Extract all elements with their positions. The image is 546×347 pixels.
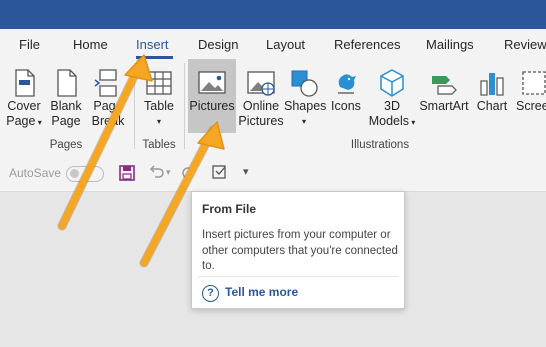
cube-icon [380,69,404,97]
redo-icon[interactable] [178,163,198,183]
screenshot-icon [522,71,546,95]
quick-access-toolbar: AutoSave ▾ ▾ [0,156,546,192]
help-icon: ? [202,285,219,302]
dropdown-arrow-icon: ▾ [35,118,42,127]
touch-mode-icon[interactable] [210,163,230,183]
tooltip-divider [198,276,398,277]
chart-button[interactable]: Chart [472,59,512,135]
save-icon[interactable] [117,163,137,183]
screenshot-button[interactable]: Screens [514,59,546,135]
tooltip-body: Insert pictures from your computer or ot… [202,229,398,272]
tab-references[interactable]: References [334,37,400,52]
shapes-icon [291,70,318,97]
customize-qat-icon[interactable]: ▾ [243,165,249,178]
pictures-button[interactable]: Pictures [188,59,236,133]
pictures-icon [198,71,226,94]
dropdown-arrow-icon: ▾ [301,117,306,126]
table-button[interactable]: Table ▾ [139,59,179,135]
page-break-label-2: Break [91,114,125,128]
online-pictures-button[interactable]: Online Pictures [238,59,284,135]
page-break-icon [94,69,117,97]
tab-mailings[interactable]: Mailings [426,37,474,52]
blank-page-button[interactable]: Blank Page [47,59,85,135]
chart-icon [480,73,504,96]
online-pictures-icon [247,71,275,96]
chart-label: Chart [476,99,508,113]
3d-models-button[interactable]: 3D Models ▾ [366,59,418,135]
ribbon-tabs: File Home Insert Design Layout Reference… [0,29,546,59]
undo-dropdown-icon[interactable]: ▾ [166,167,171,178]
autosave-toggle[interactable] [66,166,104,182]
screenshot-label: Screens [516,99,546,113]
blank-page-label-2: Page [51,114,81,128]
online-pictures-label-2: Pictures [238,114,284,128]
table-label: Table [144,99,174,113]
shapes-label: Shapes [284,99,327,113]
page-break-button[interactable]: Page Break [88,59,128,135]
group-separator [184,63,185,149]
icons-icon [338,74,356,94]
pictures-label: Pictures [189,99,235,113]
smartart-icon [432,76,457,95]
cover-page-label-2: Page [6,114,36,128]
pages-group-label: Pages [49,139,83,151]
tell-me-more-label: Tell me more [225,285,299,299]
title-bar [0,0,546,29]
pictures-tooltip: From File Insert pictures from your comp… [191,191,405,309]
group-separator [134,63,135,149]
3d-models-label-2: Models [368,114,410,128]
3d-models-label-1: 3D [384,99,400,113]
tab-insert[interactable]: Insert [136,37,169,52]
shapes-button[interactable]: Shapes ▾ [284,59,327,135]
tab-design[interactable]: Design [198,37,238,52]
autosave-label: AutoSave [9,166,62,180]
illustrations-group-label: Illustrations [350,139,410,151]
ribbon: Cover Page ▾ Blank Page Page Break Pages [0,59,546,157]
cover-page-button[interactable]: Cover Page ▾ [3,59,45,135]
tab-home[interactable]: Home [73,37,108,52]
tooltip-title: From File [202,202,257,216]
blank-page-icon [57,69,77,97]
online-pictures-label-1: Online [242,99,280,113]
dropdown-arrow-icon: ▾ [409,118,416,127]
dropdown-arrow-icon: ▾ [156,117,161,126]
toggle-knob [70,169,79,178]
tab-layout[interactable]: Layout [266,37,305,52]
cover-page-icon [15,69,35,97]
smartart-button[interactable]: SmartArt [418,59,470,135]
cover-page-label-1: Cover [7,99,41,113]
undo-icon[interactable] [146,163,166,183]
page-break-label-1: Page [93,99,123,113]
icons-label: Icons [331,99,361,113]
blank-page-label-1: Blank [50,99,82,113]
tab-review[interactable]: Review [504,37,546,52]
icons-button[interactable]: Icons [327,59,365,135]
tab-file[interactable]: File [19,37,40,52]
table-icon [146,71,172,95]
tables-group-label: Tables [142,139,176,151]
smartart-label: SmartArt [419,99,469,113]
